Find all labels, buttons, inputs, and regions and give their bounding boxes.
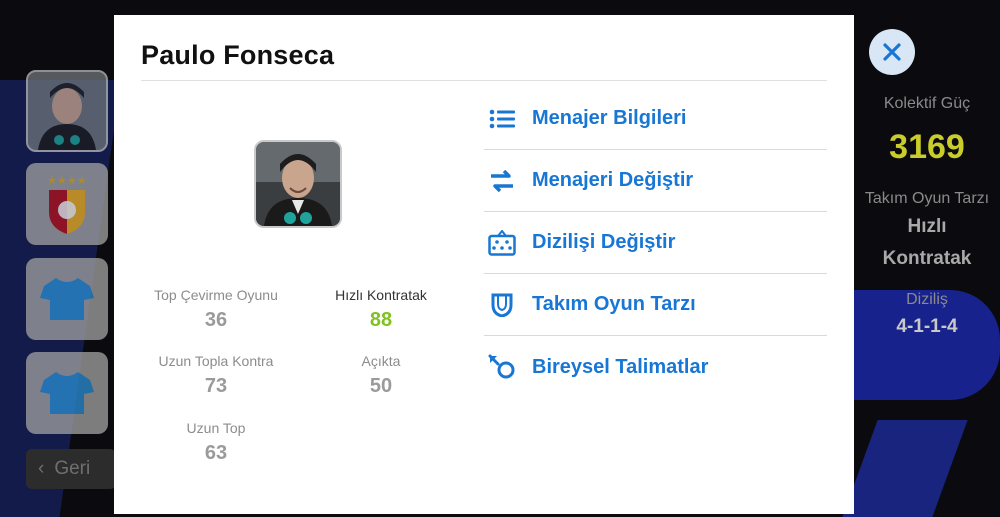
- formation-value: 4-1-1-4: [896, 316, 958, 337]
- menu-label: Bireysel Talimatlar: [532, 355, 709, 378]
- manager-avatar-icon: [28, 72, 106, 150]
- back-button[interactable]: ‹ Geri: [26, 449, 116, 489]
- playstyle-value: Hızlı: [907, 216, 947, 237]
- manager-menu: Menajer Bilgileri Menajeri Değiştir Dizi…: [484, 88, 827, 398]
- shield-icon: [488, 291, 516, 319]
- shirt-icon: [40, 372, 94, 414]
- close-button[interactable]: [869, 29, 915, 75]
- stat-value: 50: [369, 375, 393, 397]
- kit-card-away[interactable]: [26, 352, 108, 434]
- stat-label: Uzun Topla Kontra: [158, 353, 274, 369]
- svg-text:★★★★: ★★★★: [47, 174, 87, 187]
- manager-card[interactable]: [26, 70, 108, 152]
- stat-possession-game: Top Çevirme Oyunu 36: [141, 287, 291, 332]
- stat-value: 88: [369, 309, 393, 331]
- stat-long-ball: Uzun Top 63: [141, 420, 291, 465]
- menu-item-change-manager[interactable]: Menajeri Değiştir: [484, 150, 827, 212]
- manager-portrait: [254, 140, 342, 228]
- swap-arrows-icon: [488, 167, 516, 195]
- stat-quick-counter: Hızlı Kontratak 88: [306, 287, 456, 332]
- shirt-icon: [40, 278, 94, 320]
- menu-item-manager-info[interactable]: Menajer Bilgileri: [484, 88, 827, 150]
- menu-label: Takım Oyun Tarzı: [532, 293, 696, 315]
- team-summary-panel: Kolektif Güç 3169 Takım Oyun Tarzı Hızlı…: [854, 0, 1000, 517]
- team-strength-label: Kolektif Güç: [883, 95, 971, 112]
- list-icon: [488, 105, 516, 133]
- manager-modal: Paulo Fonseca Top Çevirme Oyunu 36 Hızlı…: [114, 15, 854, 514]
- menu-label: Dizilişi Değiştir: [532, 231, 676, 253]
- formation-board-icon: [488, 229, 516, 257]
- stat-label: Açıkta: [361, 353, 401, 369]
- menu-item-team-playstyle[interactable]: Takım Oyun Tarzı: [484, 274, 827, 336]
- stat-label: Hızlı Kontratak: [335, 287, 427, 303]
- individual-instruction-icon: [488, 353, 516, 381]
- stat-value: 73: [204, 375, 228, 397]
- stat-label: Uzun Top: [186, 420, 246, 436]
- chevron-left-icon: ‹: [38, 458, 45, 479]
- menu-item-change-formation[interactable]: Dizilişi Değiştir: [484, 212, 827, 274]
- menu-label: Menajer Bilgileri: [532, 107, 687, 129]
- stat-out-wide: Açıkta 50: [306, 353, 456, 398]
- manager-name: Paulo Fonseca: [141, 40, 335, 70]
- formation-label: Diziliş: [906, 291, 948, 308]
- stat-value: 63: [204, 442, 228, 464]
- team-strength-value: 3169: [889, 128, 965, 166]
- kit-card-home[interactable]: [26, 258, 108, 340]
- team-crest-icon: ★★★★: [47, 174, 87, 234]
- divider: [141, 80, 827, 81]
- stat-value: 36: [204, 309, 228, 331]
- stat-long-ball-counter: Uzun Topla Kontra 73: [141, 353, 291, 398]
- back-label: Geri: [54, 458, 91, 479]
- menu-label: Menajeri Değiştir: [532, 169, 694, 191]
- stat-label: Top Çevirme Oyunu: [154, 287, 278, 303]
- close-icon: [883, 43, 901, 61]
- team-crest-card[interactable]: ★★★★: [26, 163, 108, 245]
- playstyle-label: Takım Oyun Tarzı: [864, 190, 990, 207]
- menu-item-individual-instructions[interactable]: Bireysel Talimatlar: [484, 336, 827, 398]
- playstyle-value: Kontratak: [882, 248, 972, 269]
- manager-avatar-icon: [256, 142, 340, 226]
